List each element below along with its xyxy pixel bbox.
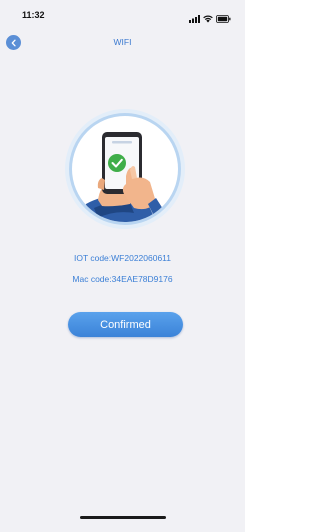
confirmed-button[interactable]: Confirmed xyxy=(68,312,183,337)
battery-icon xyxy=(216,10,231,28)
iot-code-text: IOT code:WF2022060611 xyxy=(73,253,172,263)
cellular-signal-icon xyxy=(189,10,200,28)
nav-bar: WIFI xyxy=(0,28,245,58)
wifi-icon xyxy=(203,10,213,28)
status-time: 11:32 xyxy=(22,10,45,20)
mac-code-text: Mac code:34EAE78D9176 xyxy=(72,274,173,284)
wifi-confirm-screen: 11:32 WIFI IOT code:WF2022060611 Mac cod… xyxy=(0,0,245,532)
status-icons xyxy=(189,10,231,28)
home-indicator[interactable] xyxy=(80,516,166,519)
status-bar: 11:32 xyxy=(0,0,245,28)
phone-check-hand-illustration xyxy=(64,108,186,230)
page-title: WIFI xyxy=(113,37,132,47)
